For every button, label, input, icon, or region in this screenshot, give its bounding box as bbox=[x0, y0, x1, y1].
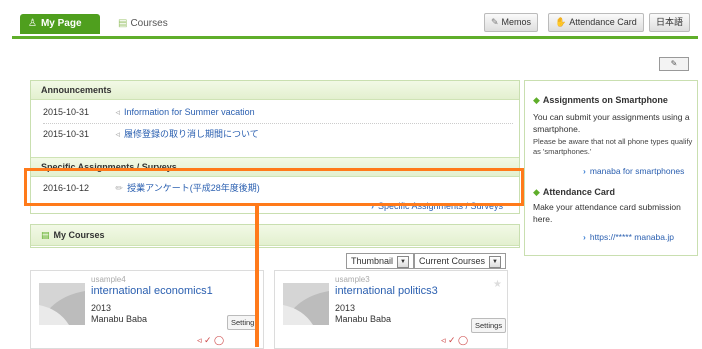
announcement-date: 2015-10-31 bbox=[43, 129, 90, 139]
course-teacher: Manabu Baba bbox=[335, 314, 392, 324]
view-mode-value: Thumbnail bbox=[351, 256, 394, 266]
course-title-link[interactable]: international economics1 bbox=[91, 285, 213, 297]
attendance-header: ◆ Attendance Card bbox=[533, 187, 615, 198]
top-nav-bar: ♙ My Page ▤ Courses ✎ Memos ✋ Attendance Car… bbox=[12, 10, 698, 39]
chevron-down-icon: ▼ bbox=[397, 255, 410, 268]
attendance-link[interactable]: › https://***** manaba.jp bbox=[583, 231, 674, 243]
smartphone-link[interactable]: › manaba for smartphones bbox=[583, 165, 684, 177]
my-courses-panel: ▤ My Courses bbox=[30, 224, 520, 248]
smartphone-text: You can submit your assignments using a … bbox=[533, 112, 690, 134]
smartphone-note: Please be aware that not all phone types… bbox=[533, 137, 693, 156]
announcement-link[interactable]: 履修登録の取り消し期間について bbox=[124, 129, 259, 139]
star-icon[interactable]: ★ bbox=[493, 279, 502, 290]
course-user: usample4 bbox=[91, 275, 126, 284]
view-mode-select[interactable]: Thumbnail ▼ bbox=[346, 253, 415, 269]
memo-icon: ✎ bbox=[491, 17, 499, 27]
announcement-row[interactable]: 2015-10-31 ◃ 履修登録の取り消し期間について bbox=[43, 127, 513, 143]
course-status-icons: ◃ ✓ ◯ bbox=[197, 335, 225, 345]
courses-icon: ▤ bbox=[118, 18, 128, 29]
course-title-link[interactable]: international politics3 bbox=[335, 285, 438, 297]
smartphone-header: ◆ Assignments on Smartphone bbox=[533, 95, 668, 106]
arrow-right-icon: › bbox=[583, 166, 586, 176]
speaker-icon: ◃ bbox=[115, 129, 121, 139]
language-label: 日本語 bbox=[656, 17, 684, 27]
speaker-icon: ◃ bbox=[115, 107, 121, 117]
announcement-date: 2015-10-31 bbox=[43, 107, 90, 117]
hand-icon: ✋ bbox=[555, 17, 567, 27]
tab-courses[interactable]: ▤ Courses bbox=[118, 14, 168, 34]
course-settings-button[interactable]: Settings bbox=[471, 318, 507, 333]
bullet-icon: ◆ bbox=[533, 187, 540, 197]
course-year: 2013 bbox=[335, 303, 356, 313]
course-status-icons: ◃ ✓ ◯ bbox=[441, 335, 469, 345]
course-filter-select[interactable]: Current Courses ▼ bbox=[414, 253, 507, 269]
announcement-link[interactable]: Information for Summer vacation bbox=[124, 107, 255, 117]
attendance-link-label: https://***** manaba.jp bbox=[589, 232, 674, 242]
edit-layout-icon[interactable]: ✎ bbox=[659, 57, 689, 71]
tab-my-page-label: My Page bbox=[40, 18, 82, 29]
attendance-text: Make your attendance card submission her… bbox=[533, 202, 681, 224]
chevron-down-icon: ▼ bbox=[489, 255, 502, 268]
my-courses-title: My Courses bbox=[53, 230, 105, 240]
highlight-callout-line bbox=[255, 206, 259, 347]
attendance-title: Attendance Card bbox=[542, 187, 615, 197]
tab-courses-label: Courses bbox=[130, 18, 168, 29]
language-button[interactable]: 日本語 bbox=[649, 13, 691, 32]
my-courses-header: ▤ My Courses bbox=[31, 225, 519, 246]
course-user: usample3 bbox=[335, 275, 370, 284]
smartphone-link-label: manaba for smartphones bbox=[589, 166, 685, 176]
tab-my-page[interactable]: ♙ My Page bbox=[20, 14, 100, 34]
highlight-box bbox=[24, 168, 524, 206]
course-thumbnail bbox=[283, 283, 329, 325]
course-thumbnail bbox=[39, 283, 85, 325]
smartphone-title: Assignments on Smartphone bbox=[542, 95, 668, 105]
memos-label: Memos bbox=[501, 17, 532, 27]
side-panel: ◆ Assignments on Smartphone You can submi… bbox=[524, 80, 698, 256]
memos-button[interactable]: ✎ Memos bbox=[484, 13, 539, 32]
announcement-row[interactable]: 2015-10-31 ◃ Information for Summer vacat… bbox=[43, 107, 513, 124]
announcements-header: Announcements bbox=[31, 81, 519, 100]
bullet-icon: ◆ bbox=[533, 95, 540, 105]
attendance-card-button[interactable]: ✋ Attendance Card bbox=[548, 13, 644, 32]
course-settings-button[interactable]: Setting bbox=[227, 315, 259, 330]
course-year: 2013 bbox=[91, 303, 112, 313]
course-card[interactable]: usample3 international politics3 2013 Ma… bbox=[274, 270, 508, 349]
courses-icon: ▤ bbox=[41, 230, 50, 240]
course-card[interactable]: usample4 international economics1 2013 M… bbox=[30, 270, 264, 349]
user-icon: ♙ bbox=[28, 18, 37, 29]
course-teacher: Manabu Baba bbox=[91, 314, 148, 324]
arrow-right-icon: › bbox=[583, 232, 586, 242]
course-filter-value: Current Courses bbox=[419, 256, 486, 266]
attendance-card-label: Attendance Card bbox=[569, 17, 637, 27]
